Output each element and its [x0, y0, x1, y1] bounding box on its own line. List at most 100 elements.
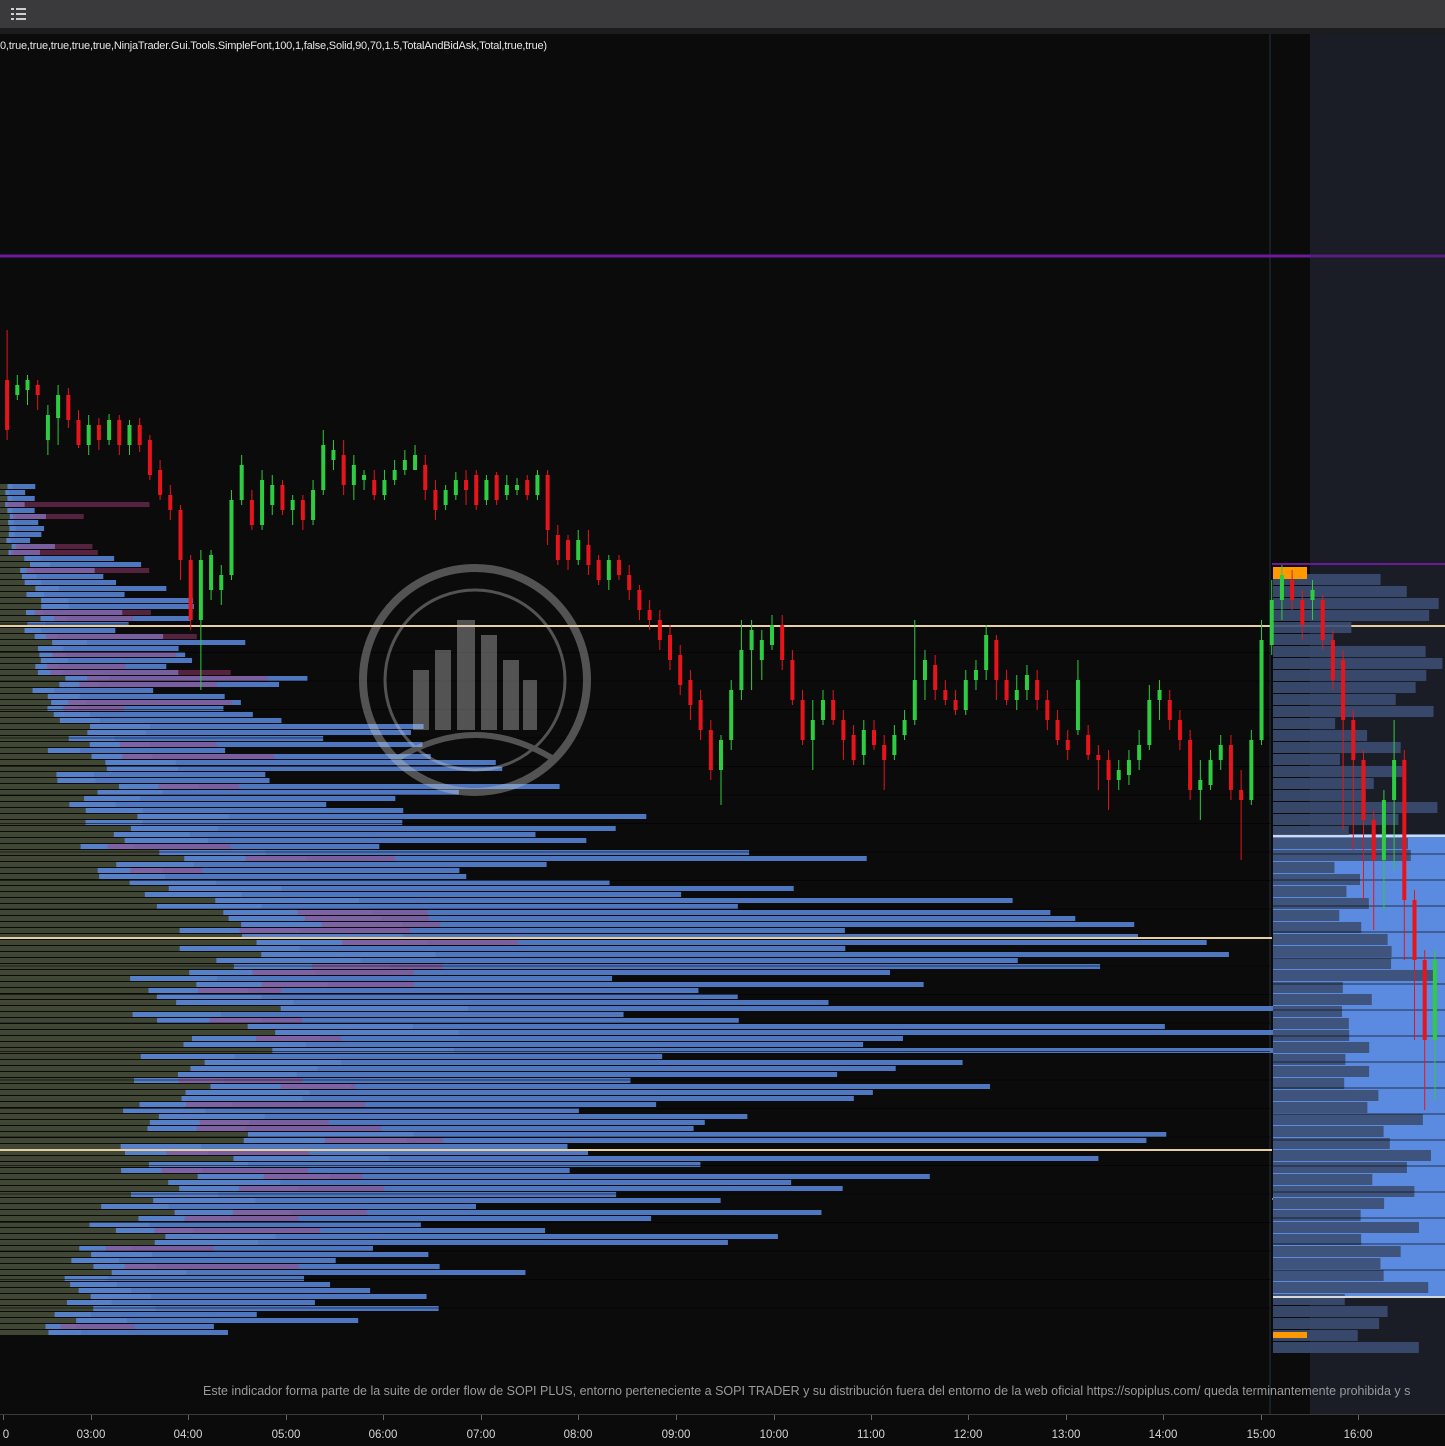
time-tick-mark: [1358, 1415, 1359, 1420]
sopi-plus-watermark-logo: [359, 564, 591, 796]
candle-body: [382, 480, 387, 495]
profile-bar-delta: [255, 1036, 341, 1041]
indicator-parameters-label: 0,true,true,true,true,true,NinjaTrader.G…: [0, 40, 547, 52]
candle-body: [15, 385, 20, 395]
session-profile-bar: [1273, 802, 1438, 813]
candle-body: [484, 480, 489, 500]
session-profile-bar: [1273, 994, 1372, 1005]
session-profile-bar: [1273, 1294, 1345, 1305]
session-profile-bar: [1273, 814, 1399, 825]
candle-body: [1004, 680, 1009, 700]
session-profile-bar: [1273, 1222, 1419, 1233]
session-profile-bar: [1273, 1078, 1345, 1089]
profile-bar-delta: [184, 1216, 299, 1221]
candle-body: [698, 700, 703, 730]
candle-body: [1351, 720, 1356, 760]
session-profile-bar: [1273, 958, 1392, 969]
candle-body: [800, 700, 805, 740]
session-profile-bar: [1273, 646, 1426, 657]
candle-body: [372, 480, 377, 495]
profile-bar: [185, 1090, 873, 1095]
candle-body: [137, 425, 142, 445]
candle-body: [810, 720, 815, 740]
chart-toolbar: [0, 0, 1445, 29]
session-profile-bar: [1273, 694, 1396, 705]
session-low-marker: [1273, 1332, 1307, 1338]
session-profile-bar: [1273, 1318, 1380, 1329]
candle-body: [637, 590, 642, 610]
candle-body: [606, 560, 611, 580]
candle-body: [647, 610, 652, 620]
session-profile-bar: [1273, 1174, 1373, 1185]
session-profile-bar: [1273, 658, 1443, 669]
profile-bar: [7, 484, 36, 489]
candle-body: [158, 470, 163, 495]
candle-body: [198, 560, 203, 620]
profile-bar: [154, 1240, 728, 1245]
candle-body: [1402, 760, 1407, 900]
profile-bar: [84, 796, 396, 801]
candle-body: [892, 735, 897, 755]
profile-bar: [124, 838, 587, 843]
profile-bar: [116, 862, 547, 867]
profile-bar: [71, 1258, 336, 1263]
session-profile-bar: [1273, 1006, 1342, 1017]
candle-body: [617, 560, 622, 575]
candle-body: [1188, 740, 1193, 790]
candle-body: [1392, 760, 1397, 800]
profile-bar: [181, 1096, 854, 1101]
time-tick-label: 16:00: [1343, 1429, 1373, 1441]
candle-body: [1279, 575, 1284, 600]
candle-body: [402, 460, 407, 470]
profile-bar: [99, 874, 467, 879]
profile-bar: [120, 1144, 568, 1149]
candle-body: [1422, 960, 1427, 1040]
session-high-marker: [1273, 567, 1307, 579]
candle-body: [168, 495, 173, 510]
time-tick-label: 08:00: [563, 1429, 593, 1441]
candle-body: [362, 475, 367, 480]
profile-bar: [144, 892, 682, 897]
session-profile-bar: [1273, 1234, 1362, 1245]
list-menu-icon[interactable]: [8, 4, 30, 24]
candle-body: [515, 485, 520, 490]
candle-body: [464, 480, 469, 490]
time-tick-label: 12:00: [953, 1429, 983, 1441]
time-axis[interactable]: 0 03:00 04:00 05:00 06:00 07:00 08:00 09:00 10:0…: [0, 1414, 1445, 1446]
disclaimer-text: Este indicador forma parte de la suite d…: [203, 1384, 1411, 1398]
candle-body: [1055, 720, 1060, 740]
session-profile-bar: [1273, 598, 1439, 609]
candle-body: [678, 655, 683, 685]
candle-body: [851, 735, 856, 760]
candle-body: [902, 720, 907, 735]
candle-body: [351, 465, 356, 485]
price-chart[interactable]: [0, 34, 1445, 1414]
profile-bar: [85, 808, 404, 813]
candle-body: [688, 680, 693, 705]
session-profile-bar: [1273, 1162, 1407, 1173]
candle-body: [739, 650, 744, 690]
session-profile-bar: [1273, 1306, 1388, 1317]
candle-body: [1116, 770, 1121, 780]
profile-bar-delta: [54, 616, 134, 621]
candle-body: [657, 620, 662, 640]
time-tick-mark: [1261, 1415, 1262, 1420]
time-tick-label: 10:00: [759, 1429, 789, 1441]
session-profile-bar: [1273, 1210, 1361, 1221]
profile-bar: [41, 604, 194, 609]
profile-bar: [153, 1198, 721, 1203]
candle-body: [545, 475, 550, 530]
profile-bar: [190, 1066, 896, 1071]
candle-body: [1086, 735, 1091, 755]
profile-bar-delta: [79, 682, 217, 687]
session-profile-bar: [1273, 922, 1362, 933]
candle-body: [1147, 700, 1152, 745]
candle-body: [1065, 740, 1070, 750]
profile-bar-delta: [124, 1264, 299, 1269]
candle-body: [555, 535, 560, 560]
profile-bar-delta: [130, 868, 202, 873]
session-profile-bar: [1273, 610, 1430, 621]
candle-body: [107, 420, 112, 440]
candle-body: [963, 680, 968, 710]
profile-bar: [64, 1276, 305, 1281]
